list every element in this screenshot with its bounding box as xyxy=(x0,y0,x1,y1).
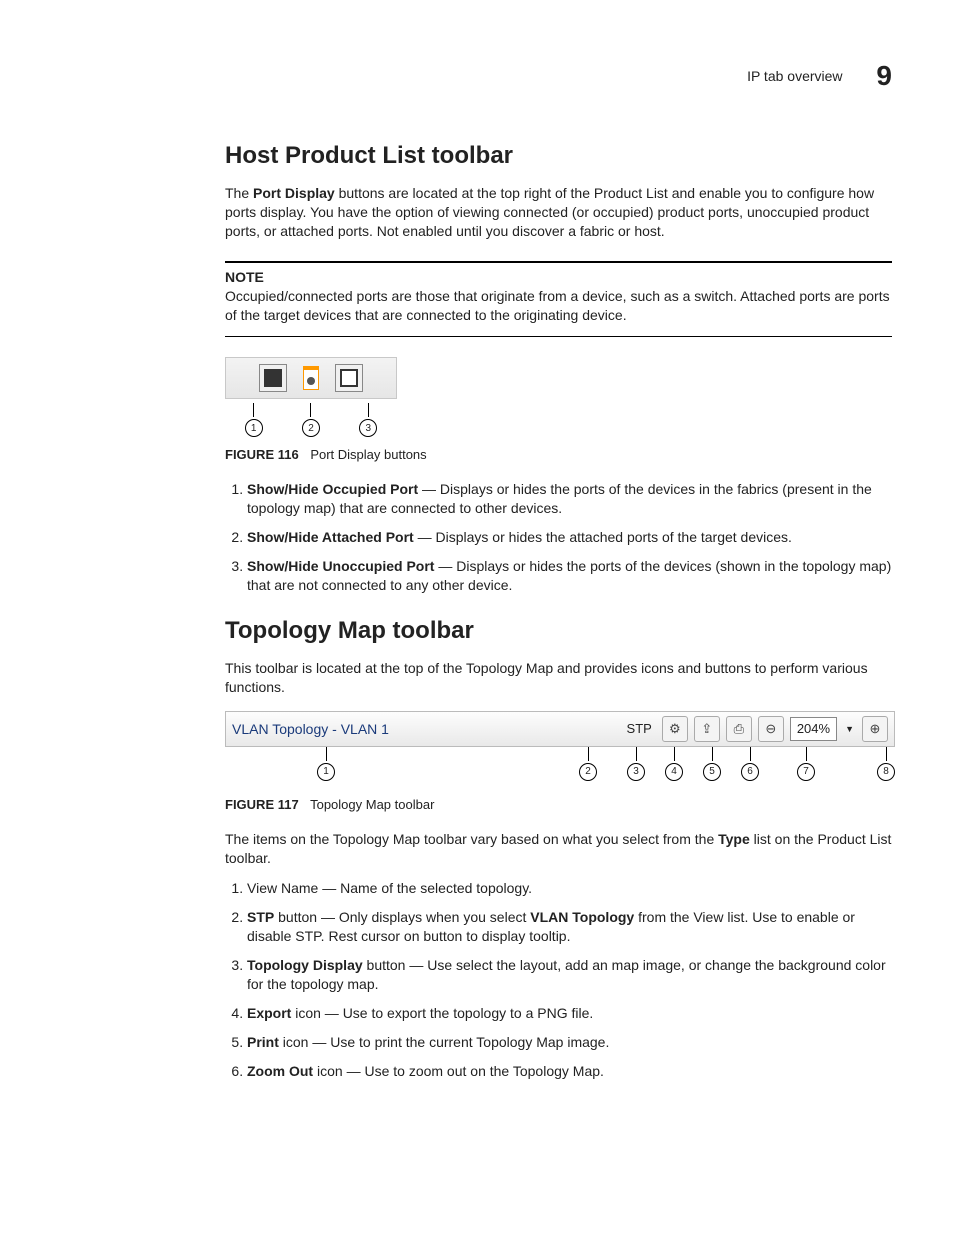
zoom-level-field[interactable]: 204% xyxy=(790,717,837,741)
figure-caption: FIGURE 117 Topology Map toolbar xyxy=(225,797,892,812)
topology-toolbar-definitions: View Name — Name of the selected topolog… xyxy=(225,879,892,1080)
figure-number: FIGURE 117 xyxy=(225,797,299,812)
bold-text: VLAN Topology xyxy=(530,909,634,925)
heading-host-product-list-toolbar: Host Product List toolbar xyxy=(225,142,892,170)
figure-caption: FIGURE 116 Port Display buttons xyxy=(225,447,892,462)
print-icon[interactable]: ⎙ xyxy=(726,716,752,742)
callout: 2 xyxy=(302,419,320,437)
text: The items on the Topology Map toolbar va… xyxy=(225,831,718,847)
page-header: IP tab overview 9 xyxy=(225,60,892,92)
callout: 4 xyxy=(665,763,683,781)
paragraph: The Port Display buttons are located at … xyxy=(225,184,892,241)
list-item: Topology Display button — Use select the… xyxy=(247,956,892,994)
text: The xyxy=(225,185,253,201)
list-item: Show/Hide Attached Port — Displays or hi… xyxy=(247,528,892,547)
rule xyxy=(225,261,892,263)
bold-text: Show/Hide Attached Port xyxy=(247,529,414,545)
bold-text: Export xyxy=(247,1005,291,1021)
bold-text: STP xyxy=(247,909,274,925)
paragraph: This toolbar is located at the top of th… xyxy=(225,659,892,697)
text: — Displays or hides the attached ports o… xyxy=(414,529,792,545)
figure-title: Port Display buttons xyxy=(310,447,426,462)
export-icon[interactable]: ⇪ xyxy=(694,716,720,742)
show-hide-occupied-port-button[interactable] xyxy=(259,364,287,392)
callout-row: 1 2 3 4 5 6 7 8 xyxy=(225,747,895,787)
callout: 3 xyxy=(359,419,377,437)
heading-topology-map-toolbar: Topology Map toolbar xyxy=(225,617,892,645)
port-display-definitions: Show/Hide Occupied Port — Displays or hi… xyxy=(225,480,892,594)
rule xyxy=(225,336,892,337)
section-label: IP tab overview xyxy=(747,68,842,84)
list-item: Print icon — Use to print the current To… xyxy=(247,1033,892,1052)
zoom-in-icon[interactable]: ⊕ xyxy=(862,716,888,742)
view-name-label: VLAN Topology - VLAN 1 xyxy=(232,721,492,737)
callout: 1 xyxy=(245,419,263,437)
port-display-toolbar xyxy=(225,357,397,399)
zoom-out-icon[interactable]: ⊖ xyxy=(758,716,784,742)
callout: 2 xyxy=(579,763,597,781)
bold-text: Port Display xyxy=(253,185,335,201)
text: icon — Use to export the topology to a P… xyxy=(291,1005,593,1021)
stp-button[interactable]: STP xyxy=(627,721,652,736)
figure-topology-map-toolbar: VLAN Topology - VLAN 1 STP ⚙ ⇪ ⎙ ⊖ 204% … xyxy=(225,711,895,787)
note-label: NOTE xyxy=(225,269,892,285)
list-item: Export icon — Use to export the topology… xyxy=(247,1004,892,1023)
callout: 3 xyxy=(627,763,645,781)
list-item: Show/Hide Occupied Port — Displays or hi… xyxy=(247,480,892,518)
bold-text: Show/Hide Occupied Port xyxy=(247,481,418,497)
callout: 1 xyxy=(317,763,335,781)
figure-port-display-buttons: 1 2 3 xyxy=(225,357,397,437)
paragraph: The items on the Topology Map toolbar va… xyxy=(225,830,892,868)
bold-text: Type xyxy=(718,831,750,847)
callout: 8 xyxy=(877,763,895,781)
list-item: Zoom Out icon — Use to zoom out on the T… xyxy=(247,1062,892,1081)
note-text: Occupied/connected ports are those that … xyxy=(225,287,892,325)
bold-text: Print xyxy=(247,1034,279,1050)
list-item: STP button — Only displays when you sele… xyxy=(247,908,892,946)
text: button — Only displays when you select xyxy=(274,909,530,925)
list-item: Show/Hide Unoccupied Port — Displays or … xyxy=(247,557,892,595)
bold-text: Topology Display xyxy=(247,957,363,973)
figure-title: Topology Map toolbar xyxy=(310,797,434,812)
callout: 6 xyxy=(741,763,759,781)
gear-icon[interactable]: ⚙ xyxy=(662,716,688,742)
show-hide-attached-port-button[interactable] xyxy=(303,366,319,390)
chapter-number: 9 xyxy=(876,60,892,91)
text: icon — Use to print the current Topology… xyxy=(279,1034,609,1050)
text: View Name — Name of the selected topolog… xyxy=(247,880,532,896)
callout: 5 xyxy=(703,763,721,781)
bold-text: Zoom Out xyxy=(247,1063,313,1079)
chevron-down-icon[interactable]: ▼ xyxy=(843,724,856,734)
callout: 7 xyxy=(797,763,815,781)
figure-number: FIGURE 116 xyxy=(225,447,299,462)
list-item: View Name — Name of the selected topolog… xyxy=(247,879,892,898)
bold-text: Show/Hide Unoccupied Port xyxy=(247,558,434,574)
topology-map-toolbar: VLAN Topology - VLAN 1 STP ⚙ ⇪ ⎙ ⊖ 204% … xyxy=(225,711,895,747)
text: icon — Use to zoom out on the Topology M… xyxy=(313,1063,604,1079)
show-hide-unoccupied-port-button[interactable] xyxy=(335,364,363,392)
callout-row: 1 2 3 xyxy=(225,403,397,437)
